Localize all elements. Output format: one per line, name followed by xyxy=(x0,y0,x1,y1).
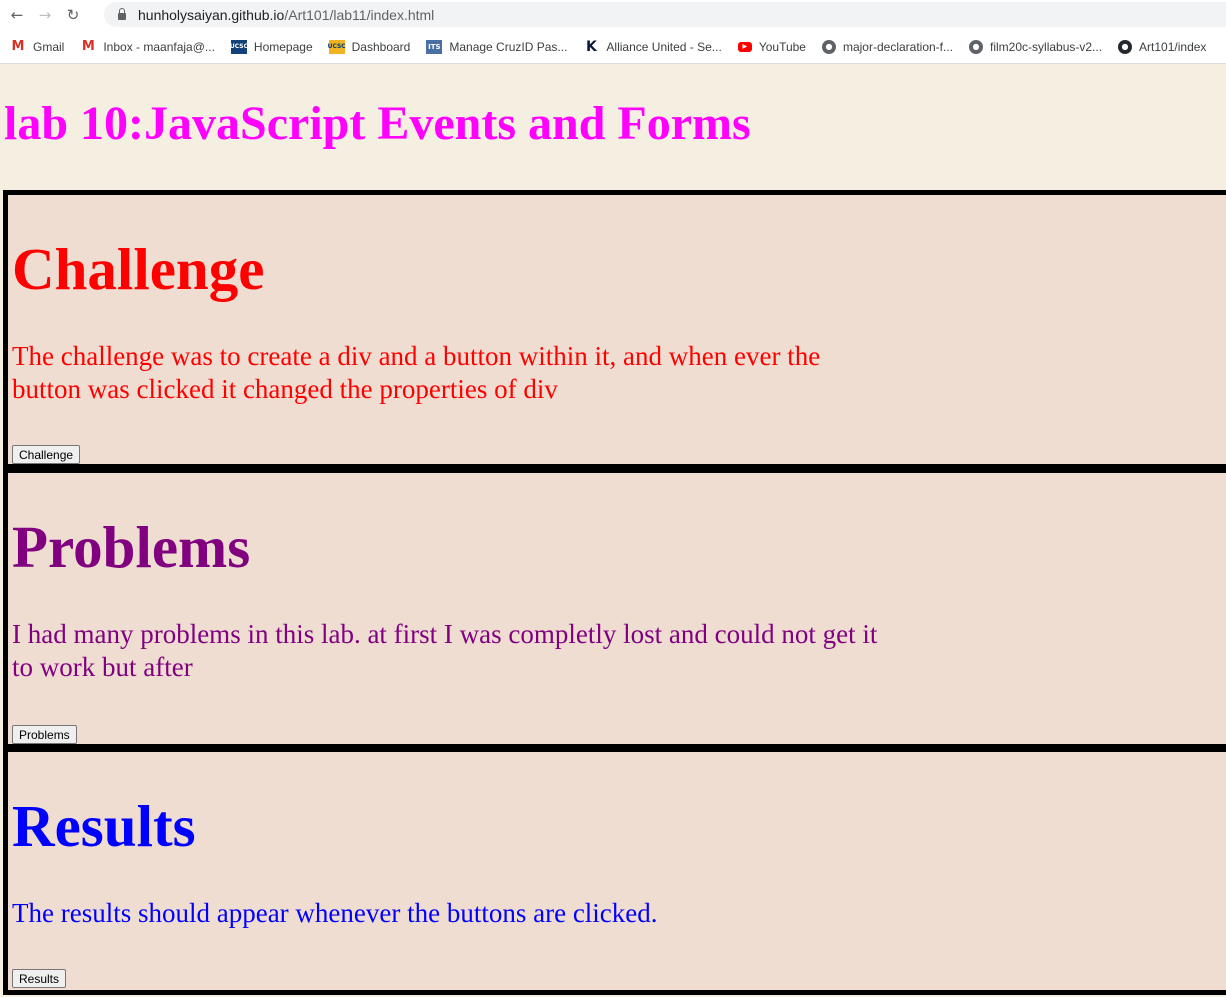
bookmark-label: major-declaration-f... xyxy=(842,39,954,54)
url-text[interactable]: hunholysaiyan.github.io/Art101/lab11/ind… xyxy=(138,7,434,23)
bookmarks-bar: M Gmail M Inbox - maanfaja@... UCSC Homepag… xyxy=(0,30,1226,64)
browser-toolbar: ← → ↻ hunholysaiyan.github.io/Art101/lab… xyxy=(0,0,1226,30)
section-text: I had many problems in this lab. at firs… xyxy=(12,619,878,682)
its-icon: ITS xyxy=(426,39,443,54)
bookmark-label: YouTube xyxy=(758,39,806,54)
section-text: The challenge was to create a div and a … xyxy=(12,341,821,404)
bookmark-homepage[interactable]: UCSC Homepage xyxy=(230,39,313,54)
forward-arrow-icon[interactable]: → xyxy=(34,4,56,26)
section-text: The results should appear whenever the b… xyxy=(12,898,658,928)
globe-icon: ● xyxy=(821,39,836,54)
bookmark-label: Homepage xyxy=(253,39,313,54)
bookmark-label: Art101/index xyxy=(1139,39,1207,54)
reload-icon[interactable]: ↻ xyxy=(62,4,84,26)
gmail-icon: M xyxy=(11,39,25,54)
bookmark-gmail[interactable]: M Gmail xyxy=(10,39,65,54)
bookmark-dashboard[interactable]: UCSC Dashboard xyxy=(328,39,411,54)
challenge-button[interactable]: Challenge xyxy=(12,445,81,464)
bookmark-label: Dashboard xyxy=(351,39,411,54)
page-content: lab 10:JavaScript Events and Forms Chall… xyxy=(0,64,1226,997)
bookmark-alliance[interactable]: K Alliance United - Se... xyxy=(583,38,722,55)
address-bar[interactable]: hunholysaiyan.github.io/Art101/lab11/ind… xyxy=(104,2,1226,27)
gmail-icon: M xyxy=(81,39,95,54)
ucsc-icon: UCSC xyxy=(328,39,346,54)
lock-icon xyxy=(118,8,126,20)
bookmark-art101[interactable]: ● Art101/index xyxy=(1118,39,1207,54)
section-heading: Results xyxy=(12,793,196,859)
globe-icon: ● xyxy=(969,39,984,54)
section-heading: Problems xyxy=(12,514,251,580)
bookmark-cruzid[interactable]: ITS Manage CruzID Pas... xyxy=(426,39,568,54)
bookmark-inbox[interactable]: M Inbox - maanfaja@... xyxy=(80,39,215,54)
back-arrow-icon[interactable]: ← xyxy=(6,4,28,26)
bookmark-label: Manage CruzID Pas... xyxy=(449,39,568,54)
problems-button[interactable]: Problems xyxy=(12,725,77,744)
bookmark-major-declaration[interactable]: ● major-declaration-f... xyxy=(821,39,954,54)
page-title: lab 10:JavaScript Events and Forms xyxy=(4,97,751,150)
ucsc-icon: UCSC xyxy=(230,39,248,54)
problems-section: Problems I had many problems in this lab… xyxy=(3,468,1226,749)
bookmark-label: Gmail xyxy=(33,39,65,54)
github-icon: ● xyxy=(1118,39,1133,54)
bookmark-label: Inbox - maanfaja@... xyxy=(103,39,215,54)
url-host: hunholysaiyan.github.io xyxy=(138,6,285,23)
bookmark-film20c[interactable]: ● film20c-syllabus-v2... xyxy=(969,39,1103,54)
bookmark-label: film20c-syllabus-v2... xyxy=(990,39,1103,54)
url-path: /Art101/lab11/index.html xyxy=(284,6,435,23)
k-icon: K xyxy=(585,38,597,55)
section-heading: Challenge xyxy=(12,236,265,302)
results-button[interactable]: Results xyxy=(12,969,67,988)
challenge-section: Challenge The challenge was to create a … xyxy=(3,190,1226,469)
youtube-icon: ▶ xyxy=(737,41,752,52)
bookmark-youtube[interactable]: ▶ YouTube xyxy=(737,39,806,54)
bookmark-label: Alliance United - Se... xyxy=(606,39,722,54)
results-section: Results The results should appear whenev… xyxy=(3,747,1226,995)
